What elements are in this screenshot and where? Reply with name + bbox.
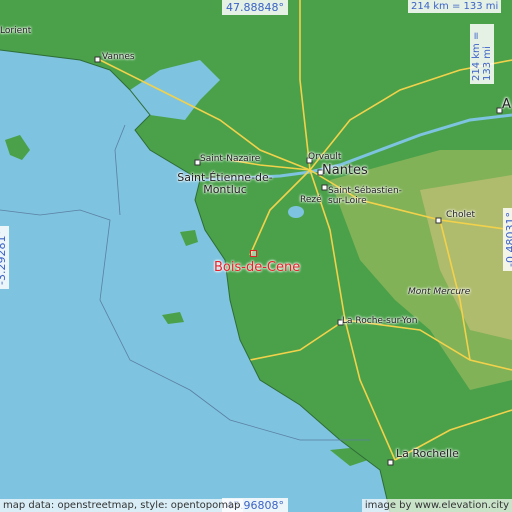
label-cholet: Cholet xyxy=(446,210,476,220)
label-saint-nazaire: Saint-Nazaire xyxy=(200,154,261,164)
label-saint-etienne: Saint-Étienne-de-Montluc xyxy=(177,171,273,196)
label-reze: Rezé xyxy=(300,195,322,205)
attribution-map-data: map data: openstreetmap, style: opentopo… xyxy=(0,499,244,512)
label-orvault: Orvault xyxy=(308,152,342,162)
label-vannes: Vannes xyxy=(102,52,135,62)
label-la-roche-sur-yon: La Roche-sur-Yon xyxy=(342,316,418,326)
label-angers: A xyxy=(502,97,511,112)
label-lorient: Lorient xyxy=(0,26,32,36)
label-mont-mercure: Mont Mercure xyxy=(408,287,471,297)
coord-left-label: -3.29281° xyxy=(0,226,9,289)
attribution-image: image by www.elevation.city xyxy=(361,499,512,512)
scale-horizontal-label: 214 km = 133 mi xyxy=(408,0,502,13)
center-place-label: Bois-de-Cene xyxy=(214,260,301,275)
coord-top-label: 47.88848° xyxy=(222,0,288,15)
coord-right-label: -0.48031° xyxy=(503,208,512,271)
label-saint-sebastien: Saint-Sébastien-sur-Loire xyxy=(328,186,402,206)
lake-grand-lieu xyxy=(288,206,304,218)
label-la-rochelle: La Rochelle xyxy=(396,447,459,460)
map-canvas[interactable]: Lorient Vannes Nantes Saint-Nazaire Orva… xyxy=(0,0,512,512)
location-marker[interactable] xyxy=(250,250,257,257)
label-nantes: Nantes xyxy=(322,163,368,178)
scale-vertical-label: 214 km = 133 mi xyxy=(470,24,494,84)
